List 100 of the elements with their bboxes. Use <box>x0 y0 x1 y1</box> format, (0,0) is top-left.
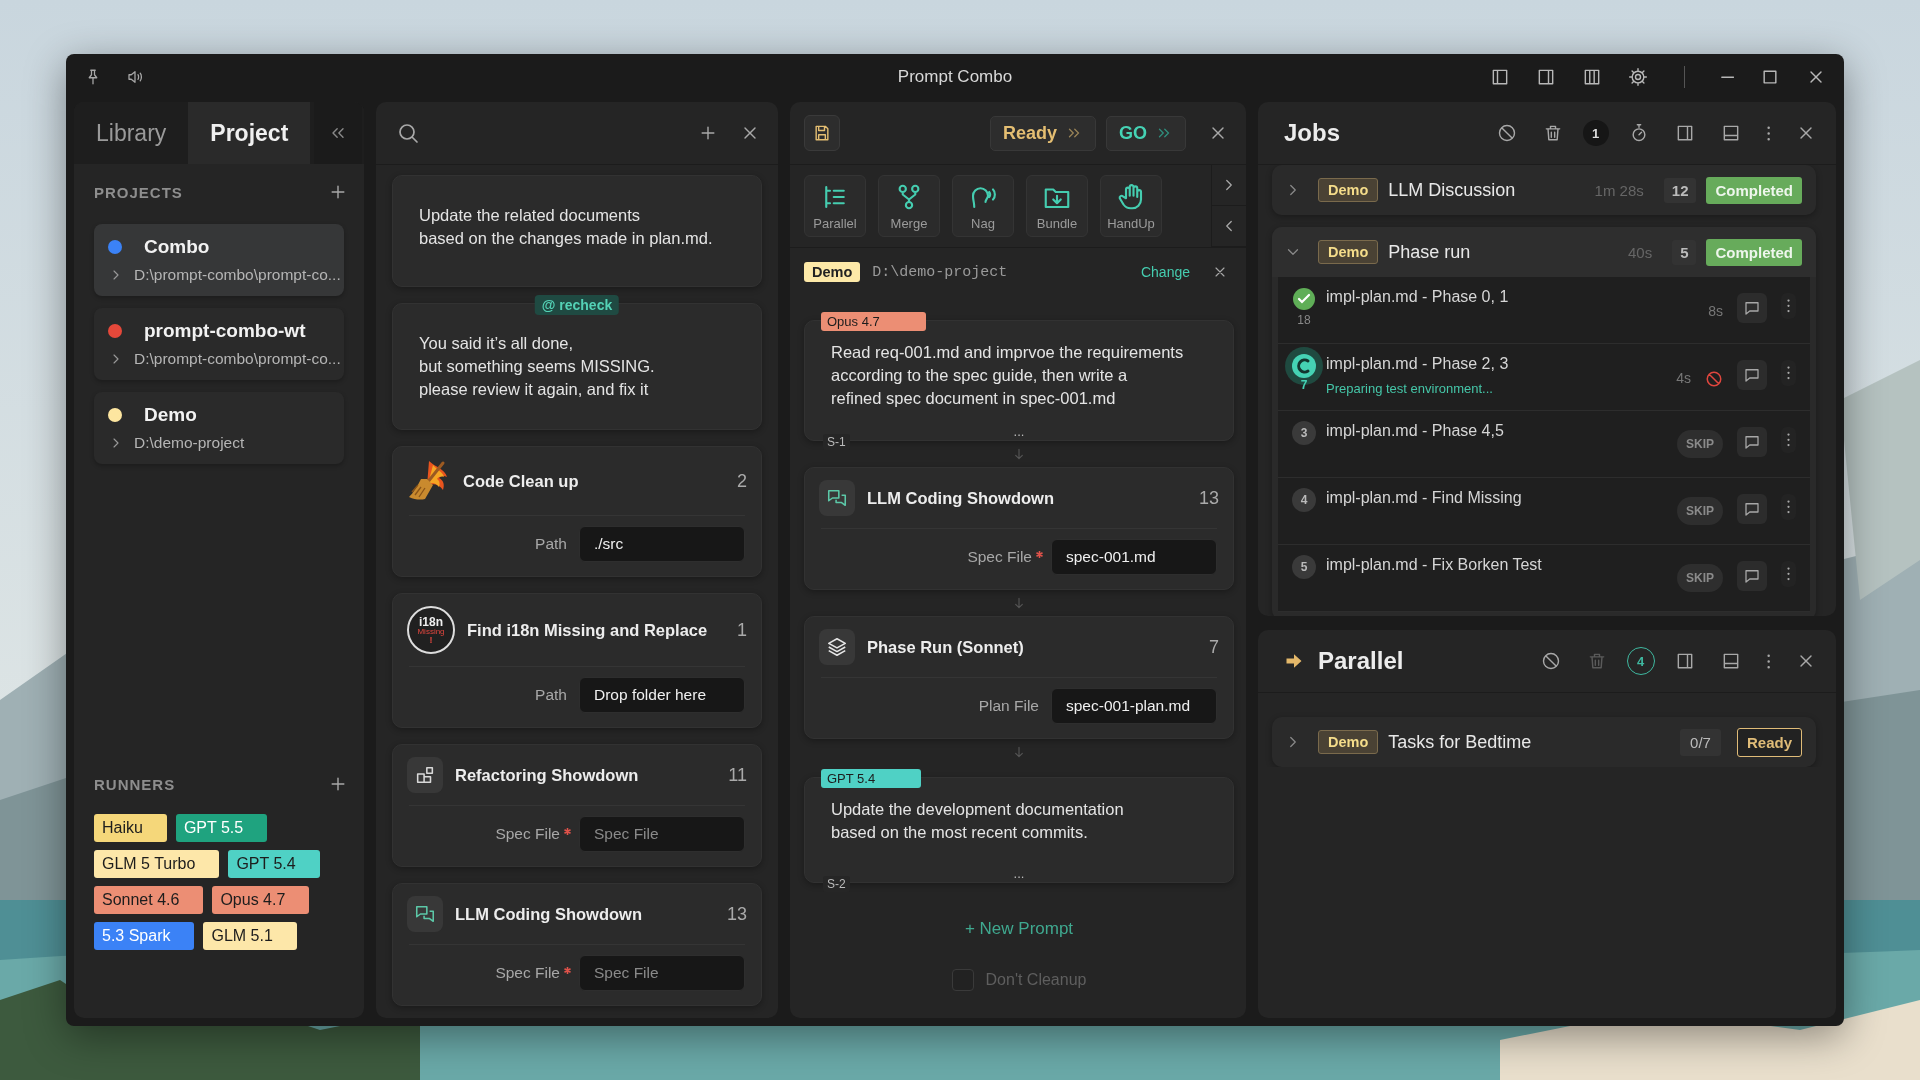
job-duration: 1m 28s <box>1594 181 1644 199</box>
field-label: Spec File <box>967 548 1032 566</box>
step-number: 7 <box>1300 378 1308 392</box>
project-name: prompt-combo-wt <box>144 320 306 342</box>
status-badge: Completed <box>1706 176 1802 204</box>
job-title: Phase run <box>1388 241 1472 263</box>
skip-button[interactable]: SKIP <box>1677 430 1723 458</box>
more-icon <box>1787 567 1790 581</box>
prompt-text: Read req-001.md and imprvoe the requirements according to the spec guide, then write a refined spec document in spec-001.md <box>831 342 1185 409</box>
chat-icon <box>1743 299 1761 317</box>
input-field[interactable]: Spec File <box>579 955 745 991</box>
project-item[interactable]: prompt-combo-wt D:\prompt-combo\prompt-co... <box>94 308 344 380</box>
tool-button[interactable]: HandUp <box>1100 175 1162 237</box>
logo-text: i18n <box>419 615 443 628</box>
job-title: LLM Discussion <box>1388 179 1517 201</box>
more-indicator[interactable]: ... <box>1013 425 1025 438</box>
step-title: impl-plan.md - Find Missing <box>1326 489 1523 507</box>
ban-icon <box>1496 123 1517 143</box>
save-icon <box>812 123 832 143</box>
more-icon <box>1787 299 1790 313</box>
runner-tag: GPT 5.4 <box>821 769 922 788</box>
runner-chip[interactable]: GLM 5 Turbo <box>94 850 220 878</box>
save-button[interactable] <box>804 115 840 151</box>
checkbox-label: Don't Cleanup <box>985 971 1087 989</box>
chat-icon <box>1743 366 1761 384</box>
input-field[interactable]: ./src <box>579 526 745 562</box>
tool-button[interactable]: Merge <box>878 175 940 237</box>
field-label: Path <box>535 535 567 553</box>
step-title: impl-plan.md - Phase 2, 3 <box>1326 355 1510 373</box>
input-field[interactable]: spec-001-plan.md <box>1051 688 1217 724</box>
runner-chip[interactable]: Haiku <box>94 814 167 842</box>
comment-button[interactable] <box>1737 427 1767 457</box>
field-label: Spec File <box>495 964 560 982</box>
project-item[interactable]: Demo D:\demo-project <box>94 392 344 464</box>
more-icon <box>1787 366 1790 380</box>
comment-button[interactable] <box>1737 494 1767 524</box>
window-title: Prompt Combo <box>897 67 1013 87</box>
minimize-icon <box>1720 75 1734 79</box>
input-field[interactable]: spec-001.md <box>1051 539 1217 575</box>
new-prompt-button[interactable]: + New Prompt <box>964 919 1074 939</box>
more-button[interactable] <box>1781 561 1796 587</box>
step-number: 4 <box>1292 488 1316 512</box>
blocks-icon <box>414 764 436 786</box>
project-path: D:\demo-project <box>872 263 1008 281</box>
runner-chip[interactable]: 5.3 Spark <box>94 922 195 950</box>
step-title: impl-plan.md - Phase 4,5 <box>1326 422 1505 440</box>
go-button[interactable]: GO <box>1106 115 1186 151</box>
input-field[interactable]: Drop folder here <box>579 677 745 713</box>
project-path: D:\demo-project <box>134 434 245 452</box>
combo-title: Refactoring Showdown <box>455 765 640 785</box>
change-link[interactable]: Change <box>1140 264 1190 280</box>
more-icon <box>1766 653 1770 669</box>
project-path: D:\prompt-combo\prompt-co... <box>134 266 341 284</box>
tool-button[interactable]: Nag <box>952 175 1014 237</box>
more-button[interactable] <box>1781 494 1796 520</box>
project-tag: Demo <box>1318 178 1379 202</box>
logo-mark: ! <box>429 635 433 645</box>
project-item[interactable]: Combo D:\prompt-combo\prompt-co... <box>94 224 344 296</box>
runner-chip[interactable]: GPT 5.4 <box>228 850 320 878</box>
project-name: Combo <box>144 236 210 258</box>
more-button[interactable] <box>1781 427 1796 453</box>
step-duration: 8s <box>1708 303 1723 319</box>
panel-title: Jobs <box>1284 119 1340 147</box>
tab[interactable]: Library <box>74 102 189 164</box>
cancel-icon[interactable] <box>1705 370 1723 388</box>
task-count: 0/7 <box>1680 728 1721 756</box>
chat-bubbles-icon <box>826 487 848 509</box>
ready-button[interactable]: Ready <box>989 115 1096 151</box>
tool-button[interactable]: Bundle <box>1026 175 1088 237</box>
skip-button[interactable]: SKIP <box>1677 497 1723 525</box>
skip-button[interactable]: SKIP <box>1677 564 1723 592</box>
more-button[interactable] <box>1781 360 1796 386</box>
more-icon <box>1766 125 1770 141</box>
combo-title: Code Clean up <box>463 471 580 491</box>
checkbox[interactable] <box>951 969 974 991</box>
project-tag: Demo <box>804 262 861 282</box>
combo-title: Find i18n Missing and Replace <box>467 620 709 640</box>
runner-chip[interactable]: GLM 5.1 <box>203 922 297 950</box>
section-heading: RUNNERS <box>94 775 176 793</box>
logo-subtext: Missing <box>417 627 445 636</box>
tool-button[interactable]: Parallel <box>804 175 866 237</box>
more-button[interactable] <box>1781 293 1796 319</box>
comment-button[interactable] <box>1737 293 1767 323</box>
section-heading: PROJECTS <box>94 183 183 201</box>
combo-count: 13 <box>726 903 747 925</box>
runner-chip[interactable]: Sonnet 4.6 <box>94 886 204 914</box>
runner-tag: Opus 4.7 <box>821 312 926 331</box>
job-count: 5 <box>1672 239 1697 265</box>
step-number: 3 <box>1292 421 1316 445</box>
combo-count: 1 <box>737 619 747 641</box>
layers-icon <box>826 636 848 658</box>
comment-button[interactable] <box>1737 360 1767 390</box>
job-title: Tasks for Bedtime <box>1388 731 1533 753</box>
project-path: D:\prompt-combo\prompt-co... <box>134 350 341 368</box>
tab[interactable]: Project <box>188 102 311 164</box>
runner-chip[interactable]: Opus 4.7 <box>212 886 310 914</box>
input-field[interactable]: Spec File <box>579 816 745 852</box>
step-title: impl-plan.md - Phase 0, 1 <box>1326 288 1510 306</box>
comment-button[interactable] <box>1737 561 1767 591</box>
more-indicator[interactable]: ... <box>1013 867 1025 880</box>
